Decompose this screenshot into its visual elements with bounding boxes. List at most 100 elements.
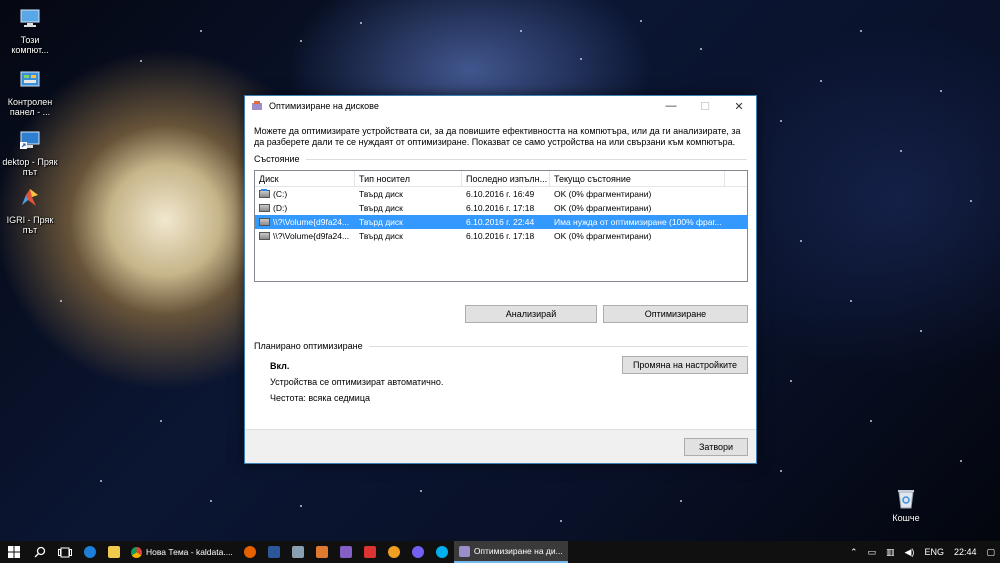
start-button[interactable] [0, 541, 28, 563]
folder-icon [108, 546, 120, 558]
drive-name: \\?\Volume{d9fa24... [273, 217, 350, 227]
control-panel-icon [20, 71, 40, 87]
desktop-icon-label: Този компют... [11, 35, 49, 55]
table-row-selected[interactable]: \\?\Volume{d9fa24... Твърд диск 6.10.201… [255, 215, 747, 229]
skype-icon [435, 546, 448, 558]
drive-last-run: 6.10.2016 г. 22:44 [466, 217, 535, 227]
table-row[interactable]: \\?\Volume{d9fa24... Твърд диск 6.10.201… [255, 229, 747, 243]
drive-icon [259, 232, 270, 240]
column-header-media[interactable]: Тип носител [355, 171, 462, 186]
visual-studio-icon [339, 546, 352, 558]
scheduled-section-label: Планирано оптимизиране [254, 341, 748, 351]
tray-battery-icon[interactable]: ▭ [862, 547, 881, 558]
taskbar-firefox[interactable] [238, 541, 262, 563]
task-label: Оптимизиране на ди... [473, 546, 563, 556]
taskbar-visual-studio[interactable] [334, 541, 358, 563]
tray-clock[interactable]: 22:44 [949, 547, 982, 557]
schedule-frequency: Честота: всяка седмица [270, 393, 370, 403]
viber-icon [411, 546, 424, 558]
desktop-icon-label: IGRI - Пряк път [6, 215, 54, 235]
defrag-icon [252, 101, 262, 110]
column-header-last-run[interactable]: Последно изпълн... [462, 171, 550, 186]
schedule-description: Устройства се оптимизират автоматично. [270, 377, 444, 387]
recycle-bin-label: Кошче [892, 513, 920, 523]
change-settings-button[interactable]: Промяна на настройките [622, 356, 748, 374]
chrome-icon [131, 546, 142, 558]
desktop-icon-label: Контролен панел - ... [7, 97, 53, 117]
recycle-bin-icon [898, 490, 914, 509]
drives-list[interactable]: Диск Тип носител Последно изпълн... Теку… [254, 170, 748, 282]
drive-status: OK (0% фрагментирани) [554, 231, 652, 241]
task-label: Нова Тема - kaldata.... [146, 547, 233, 557]
computer-icon [20, 9, 40, 27]
close-button[interactable]: Затвори [684, 438, 748, 456]
taskbar-explorer[interactable] [102, 541, 126, 563]
taskbar-task-optimize[interactable]: Оптимизиране на ди... [453, 541, 568, 563]
taskbar-app-4[interactable] [382, 541, 406, 563]
app-icon [315, 546, 328, 558]
desktop-icon-label: dektop - Пряк път [2, 157, 58, 177]
edge-icon [84, 546, 96, 558]
close-icon: ✕ [734, 100, 744, 113]
drive-media: Твърд диск [359, 217, 403, 227]
status-section-text: Състояние [254, 154, 300, 164]
column-header-status[interactable]: Текущо състояние [550, 171, 725, 186]
drive-media: Твърд диск [359, 203, 403, 213]
desktop-icon-dektop[interactable]: dektop - Пряк път [2, 128, 58, 177]
taskbar-word[interactable] [262, 541, 286, 563]
taskbar-task-chrome[interactable]: Нова Тема - kaldata.... [126, 541, 238, 563]
taskbar-app-2[interactable] [310, 541, 334, 563]
tray-network-icon[interactable]: ▥ [881, 547, 900, 558]
defrag-icon [458, 545, 470, 557]
maximize-button[interactable]: ☐ [688, 96, 722, 116]
taskbar-skype[interactable] [430, 541, 454, 563]
taskbar-app-3[interactable] [358, 541, 382, 563]
window-footer [245, 429, 756, 463]
desktop-icon-this-pc[interactable]: Този компют... [2, 6, 58, 55]
folder-shortcut-icon [22, 189, 38, 206]
drive-status: OK (0% фрагментирани) [554, 203, 652, 213]
windows-logo-icon [8, 546, 20, 558]
desktop-icon-igri[interactable]: IGRI - Пряк път [2, 186, 58, 235]
taskbar-viber[interactable] [406, 541, 430, 563]
window-titlebar[interactable]: Оптимизиране на дискове — ☐ ✕ [245, 96, 756, 116]
drive-icon [259, 204, 270, 212]
close-window-button[interactable]: ✕ [722, 96, 756, 116]
analyze-button[interactable]: Анализирай [465, 305, 597, 323]
scheduled-section-text: Планирано оптимизиране [254, 341, 363, 351]
app-icon [291, 546, 304, 558]
schedule-state: Вкл. [270, 361, 290, 371]
drive-last-run: 6.10.2016 г. 16:49 [466, 189, 535, 199]
notifications-icon[interactable]: ▢ [981, 547, 1000, 558]
shortcut-icon [20, 131, 40, 149]
task-view-button[interactable] [52, 541, 78, 563]
word-icon [267, 546, 280, 558]
tray-volume-icon[interactable]: ◀) [900, 547, 920, 558]
system-tray: ⌃ ▭ ▥ ◀) ENG 22:44 ▢ [845, 541, 1000, 563]
status-section-label: Състояние [254, 154, 747, 164]
search-button[interactable] [28, 541, 52, 563]
tray-chevron-icon[interactable]: ⌃ [845, 547, 863, 558]
firefox-icon [243, 546, 256, 558]
task-view-icon [58, 547, 72, 557]
optimize-drives-window: Оптимизиране на дискове — ☐ ✕ Можете да … [244, 95, 757, 464]
desktop-icon-control-panel[interactable]: Контролен панел - ... [2, 68, 58, 117]
taskbar-edge[interactable] [78, 541, 102, 563]
drives-list-header: Диск Тип носител Последно изпълн... Теку… [255, 171, 747, 187]
minimize-icon: — [665, 100, 677, 112]
drive-media: Твърд диск [359, 189, 403, 199]
tray-language[interactable]: ENG [919, 547, 949, 557]
optimize-button[interactable]: Оптимизиране [603, 305, 748, 323]
desktop-icon-recycle-bin[interactable]: Кошче [886, 486, 926, 523]
taskbar-app-1[interactable] [286, 541, 310, 563]
table-row[interactable]: (D:) Твърд диск 6.10.2016 г. 17:18 OK (0… [255, 201, 747, 215]
column-header-disk[interactable]: Диск [255, 171, 355, 186]
window-title: Оптимизиране на дискове [269, 101, 379, 111]
drive-icon [259, 189, 270, 198]
drive-status: OK (0% фрагментирани) [554, 189, 652, 199]
drive-name: \\?\Volume{d9fa24... [273, 231, 350, 241]
drive-icon [259, 218, 270, 226]
minimize-button[interactable]: — [654, 96, 688, 116]
drive-name: (D:) [273, 203, 288, 213]
table-row[interactable]: (C:) Твърд диск 6.10.2016 г. 16:49 OK (0… [255, 187, 747, 201]
